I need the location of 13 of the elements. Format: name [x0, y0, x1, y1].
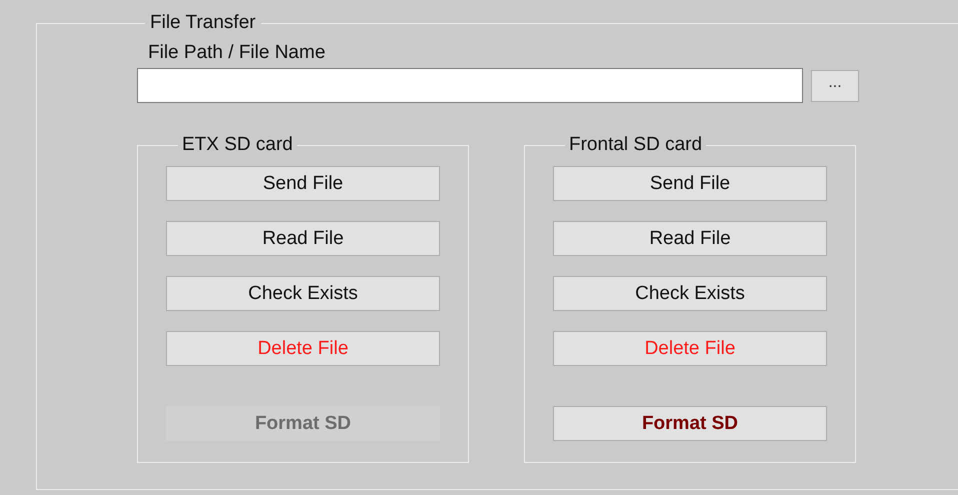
- field-label: File Path / File Name: [148, 42, 326, 64]
- browse-button[interactable]: ...: [811, 70, 859, 102]
- action-button[interactable]: Check Exists: [553, 276, 827, 311]
- action-button[interactable]: Send File: [166, 166, 440, 201]
- action-button[interactable]: Read File: [553, 221, 827, 256]
- frame-title: File Transfer: [149, 12, 257, 34]
- group-title: Frontal SD card: [568, 134, 704, 156]
- action-button[interactable]: Read File: [166, 221, 440, 256]
- group-title: ETX SD card: [181, 134, 294, 156]
- file-path-field[interactable]: [137, 68, 803, 103]
- format-button[interactable]: Format SD: [553, 406, 827, 441]
- action-button[interactable]: Send File: [553, 166, 827, 201]
- action-button[interactable]: Check Exists: [166, 276, 440, 311]
